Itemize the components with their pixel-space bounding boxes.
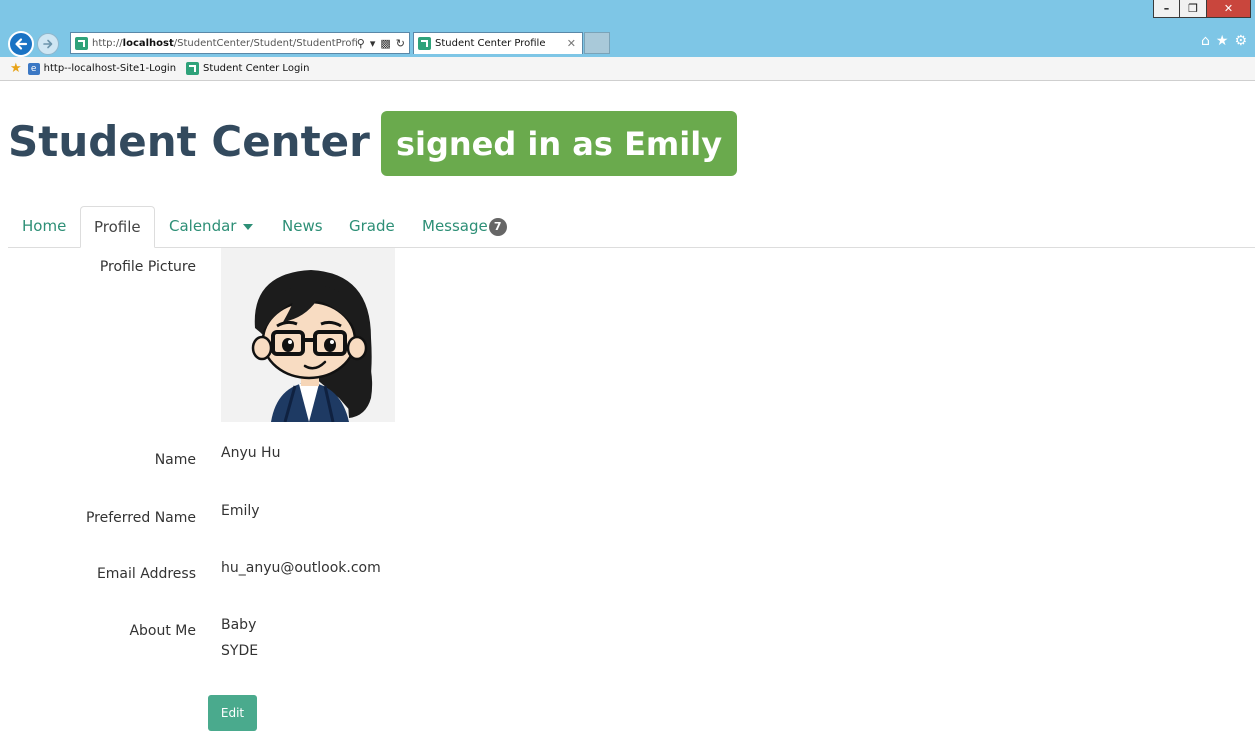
- name-value: Anyu Hu: [221, 445, 281, 461]
- tab-calendar-label: Calendar: [169, 217, 237, 235]
- forward-button[interactable]: [37, 33, 59, 55]
- tab-home[interactable]: Home: [22, 206, 66, 248]
- dropdown-icon[interactable]: ▾: [370, 37, 376, 50]
- favorites-bar: ★ e http--localhost-Site1-Login Student …: [0, 57, 1255, 81]
- arrow-left-icon: [15, 38, 28, 50]
- address-tools: ⚲ ▾ ▩ ↻: [357, 37, 409, 50]
- page-title: Student Center: [8, 117, 370, 166]
- main-nav-tabs: Home Profile Calendar News Grade Message…: [8, 206, 1255, 248]
- signed-in-badge: signed in as Emily: [381, 111, 737, 176]
- tab-favicon-icon: [418, 37, 431, 50]
- browser-toolbar-icons: ⌂ ★ ⚙: [1201, 33, 1247, 49]
- window-controls: – ❐ ✕: [1153, 0, 1251, 20]
- tab-grade[interactable]: Grade: [349, 206, 395, 248]
- email-value: hu_anyu@outlook.com: [221, 560, 381, 576]
- about-me-label: About Me: [129, 623, 196, 639]
- preferred-name-label: Preferred Name: [85, 510, 196, 526]
- browser-tab-active[interactable]: Student Center Profile ✕: [413, 32, 583, 54]
- tab-close-icon[interactable]: ✕: [567, 37, 582, 50]
- minimize-button[interactable]: –: [1153, 0, 1180, 18]
- search-icon[interactable]: ⚲: [357, 37, 365, 50]
- preferred-name-value: Emily: [221, 503, 260, 519]
- url-path: /StudentCenter/Student/StudentProfile: [173, 37, 357, 49]
- tab-profile[interactable]: Profile: [80, 206, 155, 248]
- avatar: [221, 248, 395, 422]
- favorites-star-icon[interactable]: ★: [1216, 33, 1229, 49]
- new-tab-button[interactable]: [584, 32, 610, 54]
- restore-button[interactable]: ❐: [1180, 0, 1207, 18]
- favorite-link-student-center-login[interactable]: Student Center Login: [203, 63, 309, 74]
- edit-button[interactable]: Edit: [208, 695, 257, 731]
- url-prefix: http://: [92, 37, 123, 49]
- tab-title: Student Center Profile: [435, 38, 546, 49]
- address-bar[interactable]: http://localhost/StudentCenter/Student/S…: [70, 32, 410, 54]
- tab-message-label: Message: [422, 217, 488, 235]
- message-count-badge: 7: [488, 217, 507, 236]
- arrow-right-icon: [43, 39, 53, 49]
- tab-message[interactable]: Message 7: [422, 206, 507, 248]
- refresh-icon[interactable]: ↻: [396, 37, 405, 50]
- home-icon[interactable]: ⌂: [1201, 33, 1210, 49]
- compatibility-icon[interactable]: ▩: [380, 37, 390, 50]
- email-label: Email Address: [96, 566, 196, 582]
- about-me-line-1: Baby: [221, 617, 257, 633]
- settings-gear-icon[interactable]: ⚙: [1234, 33, 1247, 49]
- address-url[interactable]: http://localhost/StudentCenter/Student/S…: [92, 38, 357, 49]
- favorite-favicon-icon: [186, 62, 200, 75]
- url-host: localhost: [122, 37, 174, 49]
- back-button[interactable]: [8, 31, 34, 57]
- ie-page-icon: e: [27, 62, 40, 75]
- name-label: Name: [154, 452, 196, 468]
- site-favicon-icon: [75, 36, 88, 50]
- browser-titlebar: – ❐ ✕ http://localhost/StudentCenter/Stu…: [0, 0, 1255, 57]
- favorites-add-icon[interactable]: ★: [10, 61, 22, 76]
- close-window-button[interactable]: ✕: [1207, 0, 1251, 18]
- favorite-link-site1-login[interactable]: http--localhost-Site1-Login: [44, 63, 176, 74]
- tab-news[interactable]: News: [282, 206, 323, 248]
- avatar-illustration: [251, 270, 373, 422]
- tab-calendar[interactable]: Calendar: [169, 206, 254, 248]
- caret-down-icon: [243, 223, 254, 230]
- profile-picture-label: Profile Picture: [99, 259, 196, 275]
- about-me-line-2: SYDE: [221, 643, 259, 659]
